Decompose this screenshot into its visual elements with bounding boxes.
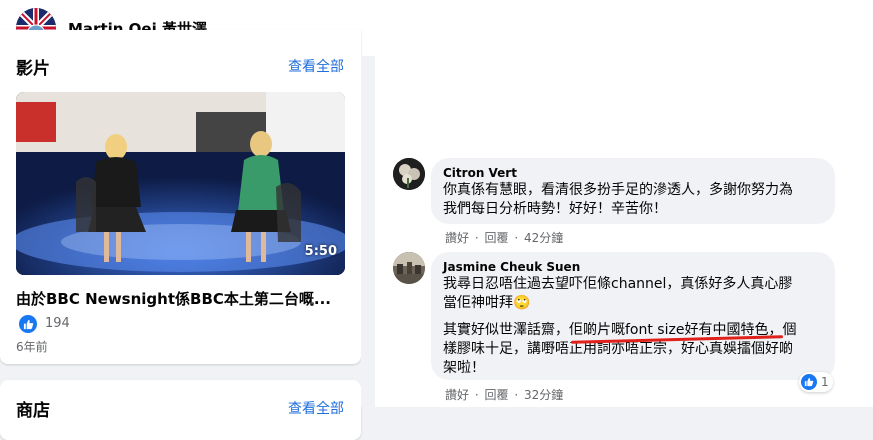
like-comment-link[interactable]: 讚好 bbox=[445, 231, 469, 245]
shop-card: 商店 查看全部 bbox=[0, 380, 361, 440]
like-comment-link[interactable]: 讚好 bbox=[445, 388, 469, 402]
videos-see-all-link[interactable]: 查看全部 bbox=[288, 56, 344, 76]
shop-see-all-link[interactable]: 查看全部 bbox=[288, 398, 344, 418]
column-gap bbox=[361, 56, 375, 407]
videos-card: 影片 查看全部 5:50 由於BBC Newsnight係BBC本土第二台嘅..… bbox=[0, 30, 361, 364]
comment-bubble: Jasmine Cheuk Suen 我尋日忍唔住過去望吓佢條channel，真… bbox=[431, 252, 835, 380]
video-duration: 5:50 bbox=[304, 244, 337, 259]
comment-text-line: 樣膠味十足，講嘢唔正用詞亦唔正宗，好心真娛擂個好啲 bbox=[443, 341, 793, 357]
comment-author[interactable]: Jasmine Cheuk Suen bbox=[443, 260, 580, 274]
comment-reactions[interactable]: 1 bbox=[799, 372, 833, 392]
reply-comment-link[interactable]: 回覆 bbox=[485, 231, 509, 245]
videos-title: 影片 bbox=[16, 59, 50, 79]
commenter-avatar[interactable] bbox=[393, 252, 425, 284]
comment-text-line: 當佢神咁拜🙄 bbox=[443, 295, 531, 311]
comment-text-line: 我們每日分析時勢！好好！辛苦你！ bbox=[443, 201, 667, 217]
video-title[interactable]: 由於BBC Newsnight係BBC本土第二台嘅... bbox=[16, 288, 346, 309]
comment-actions: 讚好 · 回覆 · 32分鐘 bbox=[445, 388, 564, 402]
comment-time[interactable]: 32分鐘 bbox=[524, 388, 563, 402]
video-like-count[interactable]: 194 bbox=[45, 316, 70, 331]
comments-panel: Citron Vert 你真係有慧眼，看清很多扮手足的滲透人，多謝你努力為 我們… bbox=[375, 56, 873, 407]
like-reaction-icon bbox=[801, 374, 817, 390]
like-reaction-icon bbox=[19, 315, 37, 333]
comment-actions: 讚好 · 回覆 · 42分鐘 bbox=[445, 231, 564, 245]
video-time: 6年前 bbox=[16, 340, 48, 354]
comment-bubble: Citron Vert 你真係有慧眼，看清很多扮手足的滲透人，多謝你努力為 我們… bbox=[431, 158, 835, 224]
comment-text-line: 你真係有慧眼，看清很多扮手足的滲透人，多謝你努力為 bbox=[443, 182, 793, 198]
comment-text-line: 我尋日忍唔住過去望吓佢條channel，真係好多人真心膠 bbox=[443, 276, 793, 292]
reaction-count: 1 bbox=[821, 375, 829, 389]
comment-author[interactable]: Citron Vert bbox=[443, 166, 517, 180]
video-thumbnail[interactable]: 5:50 bbox=[16, 92, 345, 275]
comment-text-line: 架啦！ bbox=[443, 360, 485, 376]
shop-title: 商店 bbox=[16, 401, 50, 421]
commenter-avatar[interactable] bbox=[393, 158, 425, 190]
reply-comment-link[interactable]: 回覆 bbox=[485, 388, 509, 402]
comment-time[interactable]: 42分鐘 bbox=[524, 231, 563, 245]
